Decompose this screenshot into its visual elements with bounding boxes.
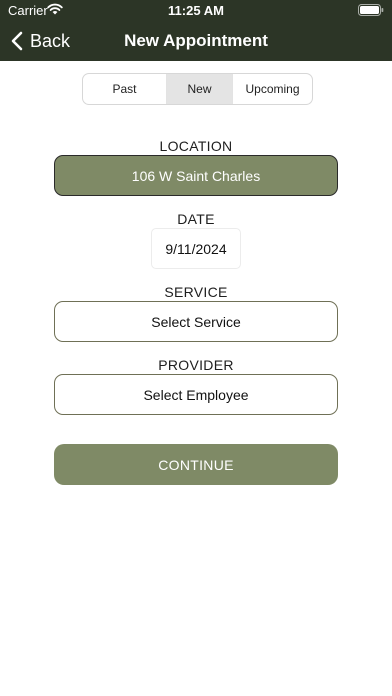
- status-bar: Carrier 11:25 AM: [0, 0, 392, 20]
- date-label: DATE: [177, 211, 215, 227]
- battery-icon: [358, 4, 384, 16]
- provider-label: PROVIDER: [158, 357, 234, 373]
- location-selector[interactable]: 106 W Saint Charles: [54, 155, 338, 196]
- appointment-segmented-control: Past New Upcoming: [82, 73, 313, 105]
- header: Carrier 11:25 AM Back New Appointment: [0, 0, 392, 61]
- continue-button[interactable]: CONTINUE: [54, 444, 338, 485]
- date-picker[interactable]: 9/11/2024: [151, 228, 241, 269]
- status-time: 11:25 AM: [168, 3, 224, 18]
- page-title: New Appointment: [124, 31, 268, 50]
- service-label: SERVICE: [164, 284, 228, 300]
- segment-upcoming[interactable]: Upcoming: [232, 74, 312, 104]
- location-label: LOCATION: [159, 138, 233, 154]
- provider-selector[interactable]: Select Employee: [54, 374, 338, 415]
- service-selector[interactable]: Select Service: [54, 301, 338, 342]
- segment-new[interactable]: New: [166, 74, 232, 104]
- segment-past[interactable]: Past: [83, 74, 166, 104]
